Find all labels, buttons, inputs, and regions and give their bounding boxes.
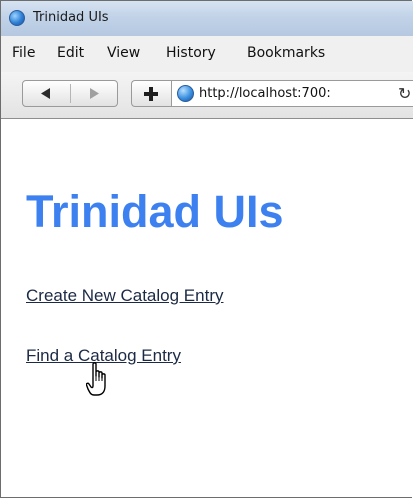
menu-bookmarks[interactable]: Bookmarks: [247, 45, 325, 61]
menu-edit[interactable]: Edit: [57, 45, 84, 61]
page-title: Trinidad UIs: [26, 186, 284, 237]
menu-bar: File Edit View History Bookmarks: [1, 36, 413, 72]
address-text[interactable]: http://localhost:700:: [199, 86, 331, 101]
menu-file[interactable]: File: [12, 45, 35, 61]
back-button[interactable]: [23, 81, 70, 106]
forward-button[interactable]: [71, 81, 118, 106]
plus-icon: [144, 87, 158, 101]
address-bar[interactable]: http://localhost:700: ↻: [171, 80, 413, 107]
title-bar[interactable]: Trinidad UIs: [1, 1, 413, 37]
menu-view[interactable]: View: [107, 45, 140, 61]
navigation-toolbar: http://localhost:700: ↻: [1, 72, 413, 119]
forward-arrow-icon: [90, 88, 99, 99]
window-title: Trinidad UIs: [33, 10, 109, 25]
back-arrow-icon: [41, 88, 50, 99]
site-globe-icon: [177, 85, 194, 102]
page-content: Trinidad UIs Create New Catalog Entry Fi…: [1, 119, 413, 497]
create-catalog-entry-link[interactable]: Create New Catalog Entry: [26, 286, 223, 306]
reload-icon[interactable]: ↻: [398, 84, 411, 103]
menu-history[interactable]: History: [166, 45, 216, 61]
back-forward-group: [22, 80, 118, 107]
hand-pointer-icon: [86, 362, 106, 396]
browser-globe-icon: [9, 10, 25, 26]
new-tab-button[interactable]: [131, 80, 171, 107]
